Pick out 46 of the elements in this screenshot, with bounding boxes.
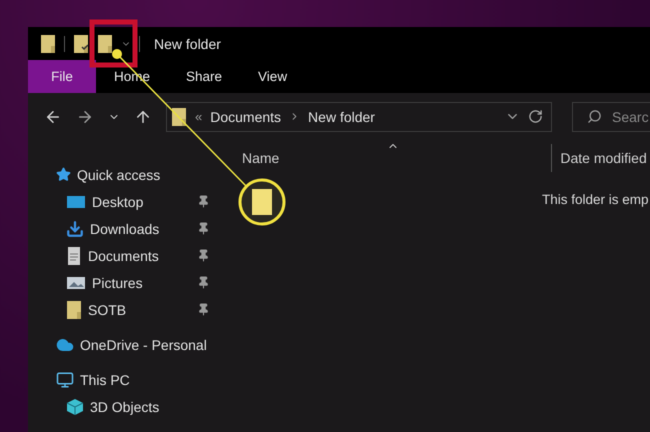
sidebar-item-label: SOTB xyxy=(88,302,128,318)
search-icon xyxy=(587,109,602,124)
sidebar-item-label: This PC xyxy=(80,372,131,388)
breadcrumb[interactable]: New folder xyxy=(308,108,375,124)
folder-check-icon xyxy=(73,34,89,54)
sidebar-item[interactable]: Quick access xyxy=(28,161,220,188)
sidebar-item[interactable]: Downloads xyxy=(28,215,220,242)
ribbon-tab[interactable]: Share xyxy=(168,60,240,93)
sidebar-item[interactable]: Desktop xyxy=(28,188,220,215)
folder-icon xyxy=(66,300,82,320)
sidebar-item-label: Desktop xyxy=(92,194,144,210)
picture-icon xyxy=(66,274,86,290)
search-placeholder: Searc xyxy=(612,108,649,124)
sidebar-item-label: OneDrive - Personal xyxy=(80,336,208,352)
window-title: New folder xyxy=(154,36,221,52)
new-folder-icon xyxy=(97,34,113,54)
address-bar[interactable]: « Documents New folder xyxy=(166,102,552,132)
document-icon xyxy=(66,246,82,266)
folder-icon xyxy=(252,189,272,215)
refresh-icon[interactable] xyxy=(528,109,543,124)
empty-folder-message: This folder is emp xyxy=(542,192,649,207)
sidebar-item-label: Downloads xyxy=(90,220,160,236)
folder-icon xyxy=(40,34,56,54)
sidebar-item[interactable]: 3D Objects xyxy=(28,393,220,420)
cube-icon xyxy=(66,398,84,416)
sidebar-item-label: Quick access xyxy=(77,166,162,182)
sidebar-item[interactable]: Documents xyxy=(28,242,220,269)
sidebar-item-label: 3D Objects xyxy=(90,398,160,414)
sidebar-item[interactable]: This PC xyxy=(28,366,220,393)
overflow-chevron[interactable]: « xyxy=(195,109,202,124)
monitor-icon xyxy=(56,370,74,388)
search-field[interactable]: Searc xyxy=(572,102,650,132)
sidebar-item[interactable]: OneDrive - Personal xyxy=(28,331,220,358)
ribbon-tab[interactable]: View xyxy=(240,60,306,93)
sidebar-item-label: Documents xyxy=(88,248,160,264)
sidebar-item[interactable]: Pictures xyxy=(28,269,220,296)
breadcrumb[interactable]: Documents xyxy=(210,108,282,124)
highlight-frame xyxy=(90,20,138,68)
ribbon-tab[interactable]: File xyxy=(28,60,96,93)
sidebar-item-label: Pictures xyxy=(92,274,144,290)
column-header[interactable]: Date modified xyxy=(560,150,647,166)
sidebar-item[interactable]: SOTB xyxy=(28,296,220,323)
column-header[interactable]: Name xyxy=(242,150,280,166)
desktop-icon xyxy=(66,194,86,210)
star-icon xyxy=(56,167,71,182)
download-arrow-icon xyxy=(66,220,84,238)
